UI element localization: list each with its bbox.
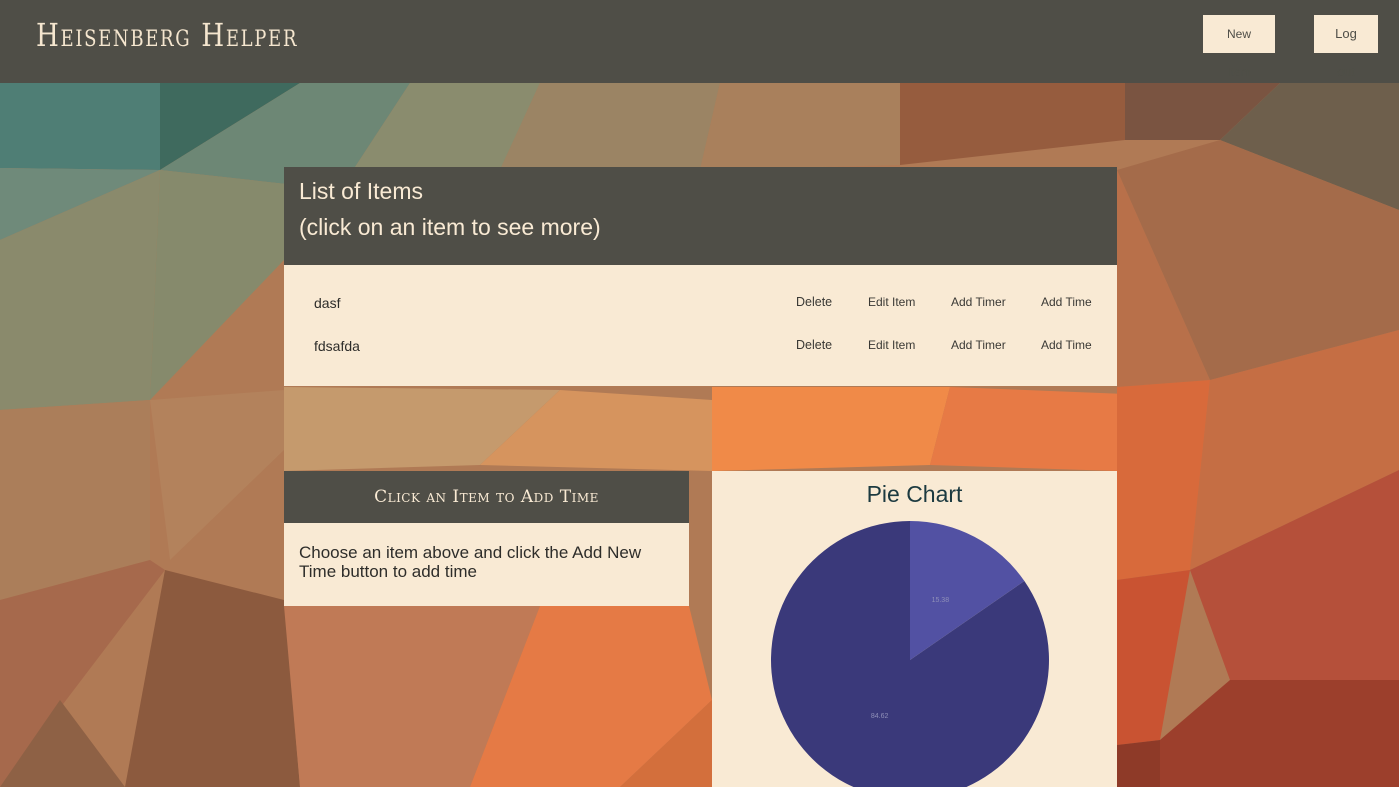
new-item-button[interactable]: New Item xyxy=(1203,15,1275,79)
add-time-title: Click an Item to Add Time xyxy=(284,471,689,523)
delete-button[interactable]: Delete xyxy=(796,338,832,352)
add-timer-button[interactable]: Add Timer xyxy=(951,338,1006,352)
item-name[interactable]: dasf xyxy=(314,295,340,311)
list-item[interactable]: fdsafda Delete Edit Item Add Timer Add T… xyxy=(284,326,1117,369)
add-timer-button[interactable]: Add Timer xyxy=(951,295,1006,309)
items-list-panel: List of Items (click on an item to see m… xyxy=(284,167,1117,386)
delete-button[interactable]: Delete xyxy=(796,295,832,309)
pie-slice-label-1: 84.62 xyxy=(871,713,889,720)
top-navbar: Heisenberg Helper New Item Log out xyxy=(0,0,1399,83)
edit-item-button[interactable]: Edit Item xyxy=(868,338,915,352)
log-out-button[interactable]: Log out xyxy=(1314,15,1378,79)
items-list-subtitle: (click on an item to see more) xyxy=(299,214,601,240)
brand-logo[interactable]: Heisenberg Helper xyxy=(36,16,298,54)
add-time-button[interactable]: Add Time xyxy=(1041,338,1092,352)
add-time-message: Choose an item above and click the Add N… xyxy=(284,523,689,606)
low-poly-background xyxy=(0,0,1399,787)
items-list-body: dasf Delete Edit Item Add Timer Add Time… xyxy=(284,265,1117,386)
pie-chart-panel: Pie Chart 15.38 84.62 xyxy=(712,471,1117,787)
items-list-header: List of Items (click on an item to see m… xyxy=(284,167,1117,265)
item-name[interactable]: fdsafda xyxy=(314,338,360,354)
add-time-panel: Click an Item to Add Time Choose an item… xyxy=(284,471,689,606)
add-time-button[interactable]: Add Time xyxy=(1041,295,1092,309)
pie-chart: 15.38 84.62 xyxy=(771,521,1049,787)
items-list-title: List of Items xyxy=(299,178,423,204)
pie-slice-label-0: 15.38 xyxy=(932,597,950,604)
list-item[interactable]: dasf Delete Edit Item Add Timer Add Time xyxy=(284,283,1117,326)
edit-item-button[interactable]: Edit Item xyxy=(868,295,915,309)
